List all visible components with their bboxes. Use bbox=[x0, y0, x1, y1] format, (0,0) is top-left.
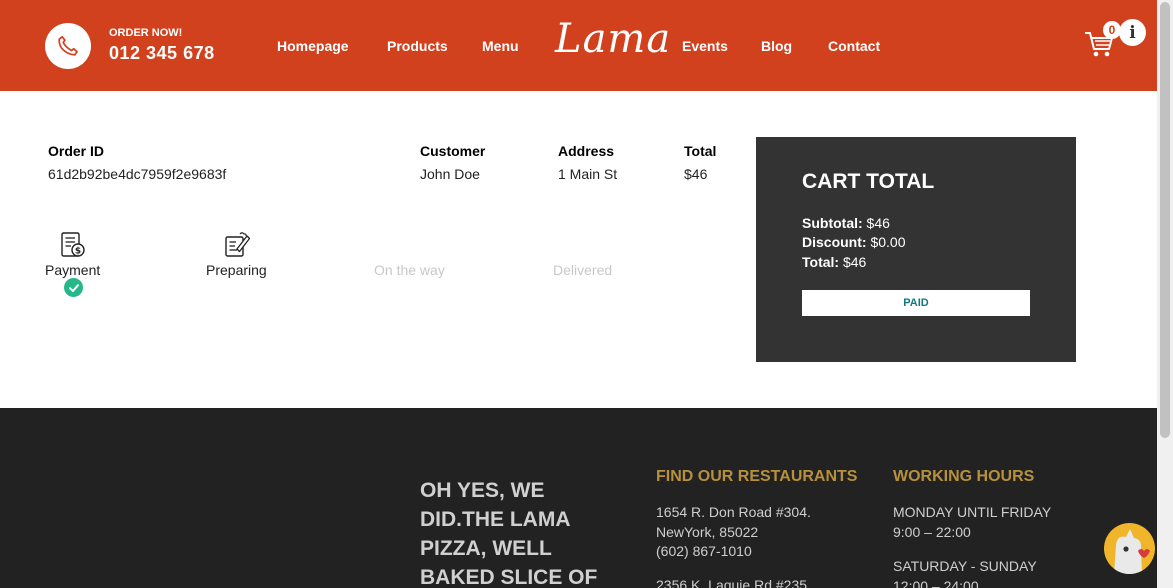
cart-total-panel: CART TOTAL Subtotal: $46 Discount: $0.00… bbox=[756, 137, 1076, 362]
nav-menu[interactable]: Menu bbox=[482, 38, 519, 54]
header-total: Total bbox=[684, 143, 717, 159]
navbar: ORDER NOW! 012 345 678 Homepage Products… bbox=[0, 0, 1157, 91]
cat-avatar-icon bbox=[1114, 529, 1150, 574]
restaurant-1-street: 1654 R. Don Road #304. bbox=[656, 504, 811, 520]
nav-contact[interactable]: Contact bbox=[828, 38, 880, 54]
check-icon bbox=[64, 278, 83, 297]
weekday-label: MONDAY UNTIL FRIDAY bbox=[893, 504, 1052, 520]
nav-events[interactable]: Events bbox=[682, 38, 728, 54]
status-on-the-way-label: On the way bbox=[374, 262, 445, 278]
discount-label: Discount: bbox=[802, 234, 867, 250]
phone-button[interactable] bbox=[45, 23, 91, 69]
subtotal-value: $46 bbox=[866, 215, 890, 231]
header-customer: Customer bbox=[420, 143, 486, 159]
weekday-time: 9:00 – 22:00 bbox=[893, 523, 971, 540]
info-icon[interactable]: i bbox=[1119, 19, 1146, 46]
restaurants-heading: FIND OUR RESTAURANTS bbox=[656, 468, 858, 485]
chef-icon bbox=[225, 232, 251, 257]
phone-number: 012 345 678 bbox=[109, 43, 215, 63]
header-address: Address bbox=[558, 143, 615, 159]
discount-value: $0.00 bbox=[870, 234, 906, 250]
cart-total-title: CART TOTAL bbox=[802, 170, 935, 193]
scrollbar-thumb[interactable] bbox=[1160, 2, 1170, 438]
order-now-label: ORDER NOW! bbox=[109, 27, 183, 39]
footer-slogan: OH YES, WE DID.THE LAMA PIZZA, WELL BAKE… bbox=[420, 479, 598, 588]
nav-products[interactable]: Products bbox=[387, 38, 448, 54]
phone-icon bbox=[58, 35, 78, 56]
weekend-time: 12:00 – 24:00 bbox=[893, 577, 979, 588]
weekend-label: SATURDAY - SUNDAY bbox=[893, 558, 1037, 574]
weekend-hours: SATURDAY - SUNDAY 12:00 – 24:00 bbox=[893, 557, 1037, 588]
restaurant-1-phone: (602) 867-1010 bbox=[656, 543, 752, 559]
nav-blog[interactable]: Blog bbox=[761, 38, 792, 54]
total-label: Total: bbox=[802, 254, 840, 270]
hours-heading: WORKING HOURS bbox=[893, 468, 1035, 485]
footer: OH YES, WE DID.THE LAMA PIZZA, WELL BAKE… bbox=[0, 408, 1157, 588]
header-order-id: Order ID bbox=[48, 143, 105, 159]
order-id-value: 61d2b92be4dc7959f2e9683f bbox=[48, 166, 227, 182]
nav-homepage[interactable]: Homepage bbox=[277, 38, 349, 54]
weekday-hours: MONDAY UNTIL FRIDAY 9:00 – 22:00 bbox=[893, 503, 1051, 542]
customer-value: John Doe bbox=[420, 166, 480, 182]
bill-icon: $ bbox=[61, 232, 85, 257]
restaurant-address-2: 2356 K. Laquie Rd #235. bbox=[656, 577, 811, 588]
svg-text:$: $ bbox=[75, 247, 81, 257]
total-line: Total: $46 bbox=[802, 254, 866, 270]
discount-line: Discount: $0.00 bbox=[802, 234, 906, 250]
address-value: 1 Main St bbox=[558, 166, 618, 182]
paid-button[interactable]: PAID bbox=[802, 290, 1030, 316]
avatar[interactable] bbox=[1104, 523, 1155, 574]
restaurant-1-city: NewYork, 85022 bbox=[656, 523, 759, 540]
status-payment-label: Payment bbox=[45, 262, 101, 278]
scrollbar[interactable] bbox=[1157, 0, 1173, 588]
logo[interactable]: Lama bbox=[555, 16, 671, 62]
status-preparing-label: Preparing bbox=[206, 262, 267, 278]
total-value: $46 bbox=[684, 166, 708, 182]
restaurant-address-1: 1654 R. Don Road #304. NewYork, 85022 (6… bbox=[656, 503, 811, 562]
subtotal-label: Subtotal: bbox=[802, 215, 863, 231]
subtotal-line: Subtotal: $46 bbox=[802, 215, 890, 231]
status-delivered-label: Delivered bbox=[553, 262, 613, 278]
total-amount: $46 bbox=[842, 254, 867, 270]
